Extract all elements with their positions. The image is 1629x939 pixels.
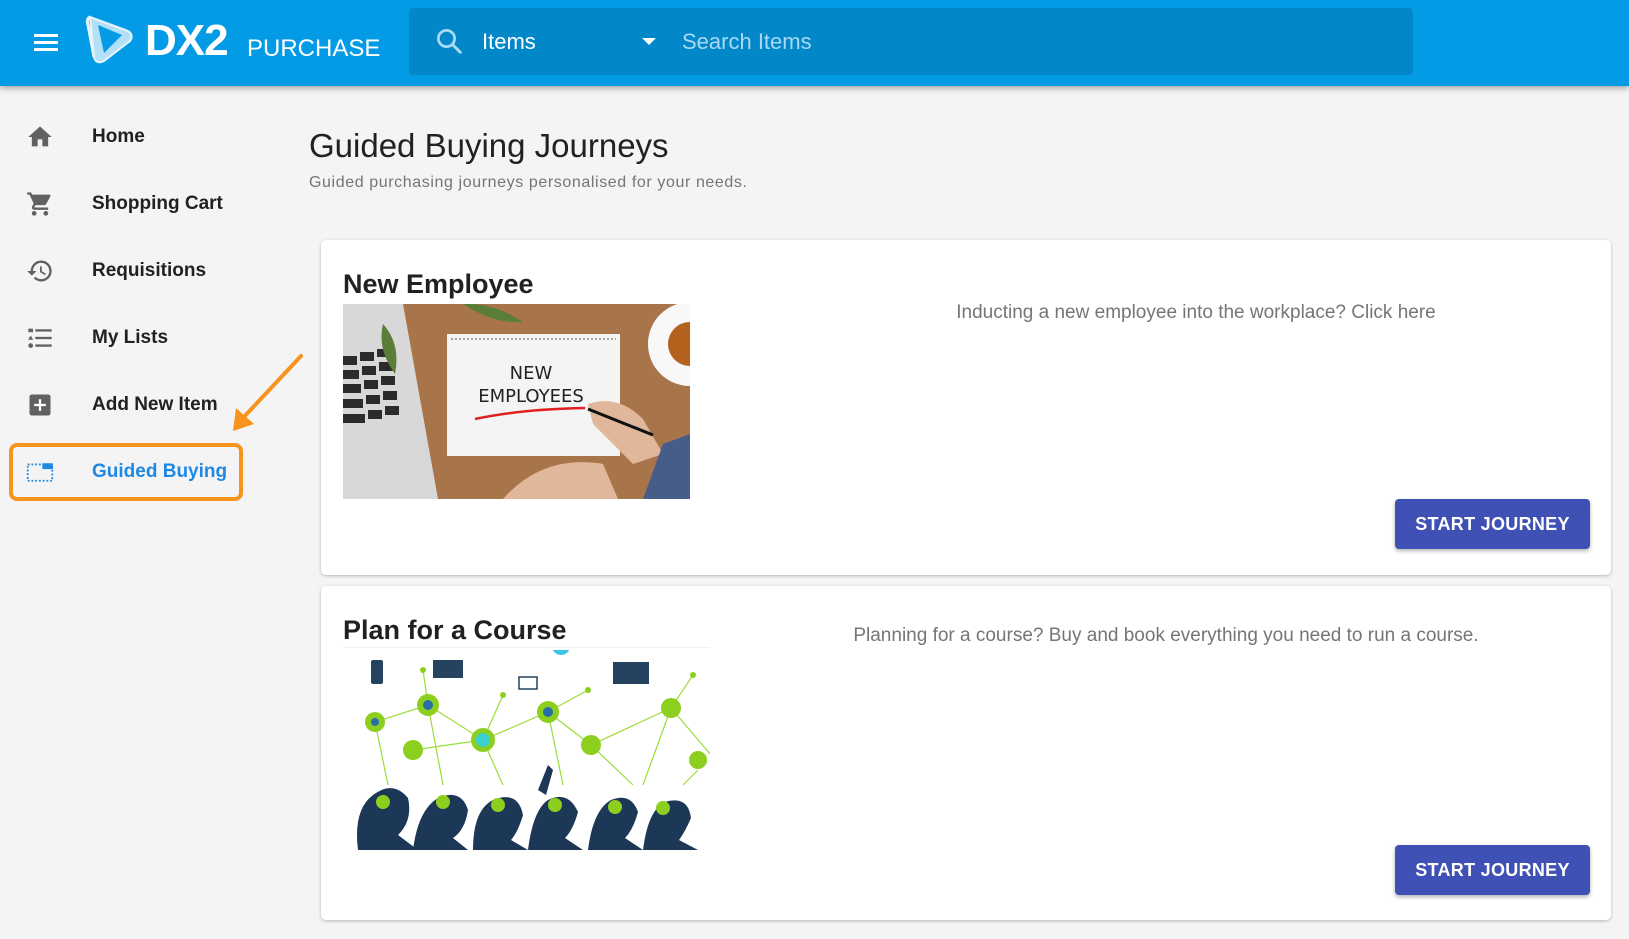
sidebar-item-label: Requisitions bbox=[92, 260, 207, 281]
history-icon bbox=[27, 260, 52, 282]
brand-subtitle: PURCHASE bbox=[247, 35, 381, 62]
new-employee-image: NEW EMPLOYEES bbox=[343, 304, 690, 499]
journey-card-plan-course: Plan for a Course Planning for a course?… bbox=[321, 586, 1611, 920]
add-box-icon bbox=[29, 394, 51, 416]
sidebar-item-label: Guided Buying bbox=[92, 461, 228, 482]
menu-icon[interactable] bbox=[33, 30, 59, 56]
journey-description: Inducting a new employee into the workpl… bbox=[956, 302, 1436, 323]
image-text-line-1: NEW bbox=[510, 363, 553, 384]
chevron-down-icon[interactable] bbox=[642, 38, 656, 45]
start-journey-button[interactable]: START JOURNEY bbox=[1395, 499, 1590, 549]
sidebar-item-requisitions[interactable]: Requisitions bbox=[12, 244, 240, 298]
sidebar-item-guided-buying[interactable]: Guided Buying bbox=[12, 445, 240, 499]
start-journey-button[interactable]: START JOURNEY bbox=[1395, 845, 1590, 895]
journey-title: Plan for a Course bbox=[343, 615, 567, 645]
app-header: DX2 PURCHASE Items bbox=[0, 0, 1629, 86]
sidebar-item-my-lists[interactable]: My Lists bbox=[12, 311, 240, 365]
sidebar-item-label: Home bbox=[92, 126, 145, 147]
search-icon bbox=[437, 29, 462, 54]
dx2-logo-icon bbox=[85, 15, 133, 64]
sidebar-item-add-new-item[interactable]: Add New Item bbox=[12, 378, 240, 432]
plan-course-image bbox=[343, 650, 710, 850]
brand-name: DX2 bbox=[145, 16, 229, 65]
sidebar-item-label: My Lists bbox=[92, 327, 169, 348]
guided-buying-icon bbox=[26, 463, 54, 482]
divider bbox=[343, 647, 710, 648]
home-icon bbox=[28, 126, 52, 147]
page-title: Guided Buying Journeys bbox=[309, 127, 669, 164]
page-subtitle: Guided purchasing journeys personalised … bbox=[309, 174, 748, 191]
search-scope-select[interactable]: Items bbox=[482, 28, 536, 56]
search-input[interactable] bbox=[682, 22, 1382, 62]
image-text-line-2: EMPLOYEES bbox=[478, 386, 584, 407]
journey-description: Planning for a course? Buy and book ever… bbox=[853, 625, 1479, 646]
sidebar-item-label: Shopping Cart bbox=[92, 193, 223, 214]
arrow-annotation-icon bbox=[233, 354, 303, 431]
search-bar: Items bbox=[409, 8, 1413, 75]
journey-card-new-employee: New Employee NEW EMPLOYEES Inducting a n… bbox=[321, 240, 1611, 575]
list-icon bbox=[28, 328, 52, 348]
sidebar-item-home[interactable]: Home bbox=[12, 110, 240, 164]
sidebar-item-label: Add New Item bbox=[92, 394, 218, 415]
shopping-cart-icon bbox=[27, 192, 51, 216]
journey-title: New Employee bbox=[343, 269, 534, 299]
sidebar-item-shopping-cart[interactable]: Shopping Cart bbox=[12, 177, 240, 231]
